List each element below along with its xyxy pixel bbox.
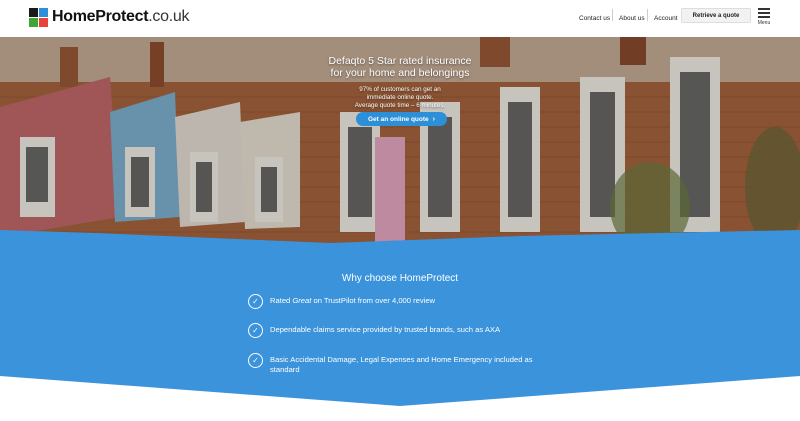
nav-divider bbox=[647, 9, 648, 21]
logo-cell bbox=[29, 7, 38, 17]
logo-wordmark: HomeProtect.co.uk bbox=[52, 7, 189, 27]
hero-banner: Defaqto 5 Star rated insurance for your … bbox=[0, 37, 800, 257]
hero-title-line: for your home and belongings bbox=[330, 67, 470, 79]
chevron-right-icon: › bbox=[432, 115, 435, 123]
hero-title-line: Defaqto 5 Star rated insurance bbox=[328, 55, 472, 67]
checkmark-icon: ✓ bbox=[248, 323, 263, 338]
hero-subtitle: 97% of customers can get an immediate on… bbox=[300, 86, 500, 110]
why-item-text: Dependable claims service provided by tr… bbox=[270, 325, 501, 334]
hero-sub-line: 97% of customers can get an bbox=[359, 86, 441, 93]
why-item: ✓ Basic Accidental Damage, Legal Expense… bbox=[248, 353, 560, 374]
checkmark-icon: ✓ bbox=[248, 294, 263, 309]
nav-contact[interactable]: Contact us bbox=[579, 0, 610, 37]
hero-sub-line: immediate online quote. bbox=[366, 94, 434, 101]
retrieve-quote-button[interactable]: Retrieve a quote bbox=[681, 8, 751, 23]
hero-title: Defaqto 5 Star rated insurance for your … bbox=[300, 55, 500, 79]
get-online-quote-button[interactable]: Get an online quote › bbox=[356, 112, 447, 126]
why-item-text: Basic Accidental Damage, Legal Expenses … bbox=[270, 355, 533, 374]
account-link[interactable]: Account bbox=[654, 15, 678, 22]
contact-us-link[interactable]: Contact us bbox=[579, 15, 610, 22]
nav-divider bbox=[612, 9, 613, 21]
why-item-text: Rated Great on TrustPilot from over 4,00… bbox=[270, 296, 436, 305]
why-choose-title: Why choose HomeProtect bbox=[341, 273, 459, 284]
logo-word-main: HomeProtect bbox=[52, 8, 149, 25]
quote-button-label: Get an online quote bbox=[367, 115, 429, 123]
hamburger-icon bbox=[757, 8, 771, 18]
menu-label: Menu bbox=[757, 20, 771, 26]
logo-cell bbox=[39, 17, 48, 27]
logo-cell bbox=[39, 7, 48, 17]
why-item: ✓ Dependable claims service provided by … bbox=[248, 323, 560, 338]
logo-word-tld: .co.uk bbox=[148, 8, 190, 25]
nav-account[interactable]: Account bbox=[654, 0, 678, 37]
hero-sub-line: Average quote time – 6 minutes. bbox=[354, 102, 446, 109]
homeprotect-logo[interactable]: HomeProtect.co.uk bbox=[29, 7, 189, 27]
about-us-link[interactable]: About us bbox=[619, 15, 645, 22]
why-item: ✓ Rated Great on TrustPilot from over 4,… bbox=[248, 294, 560, 309]
hero-copy: Defaqto 5 Star rated insurance for your … bbox=[300, 55, 500, 110]
logo-cell bbox=[29, 17, 38, 27]
site-header: HomeProtect.co.uk Contact us About us Ac… bbox=[0, 0, 800, 37]
menu-button[interactable]: Menu bbox=[757, 8, 771, 26]
nav-about[interactable]: About us bbox=[619, 0, 645, 37]
checkmark-icon: ✓ bbox=[248, 353, 263, 368]
logo-mark-icon bbox=[29, 7, 48, 27]
